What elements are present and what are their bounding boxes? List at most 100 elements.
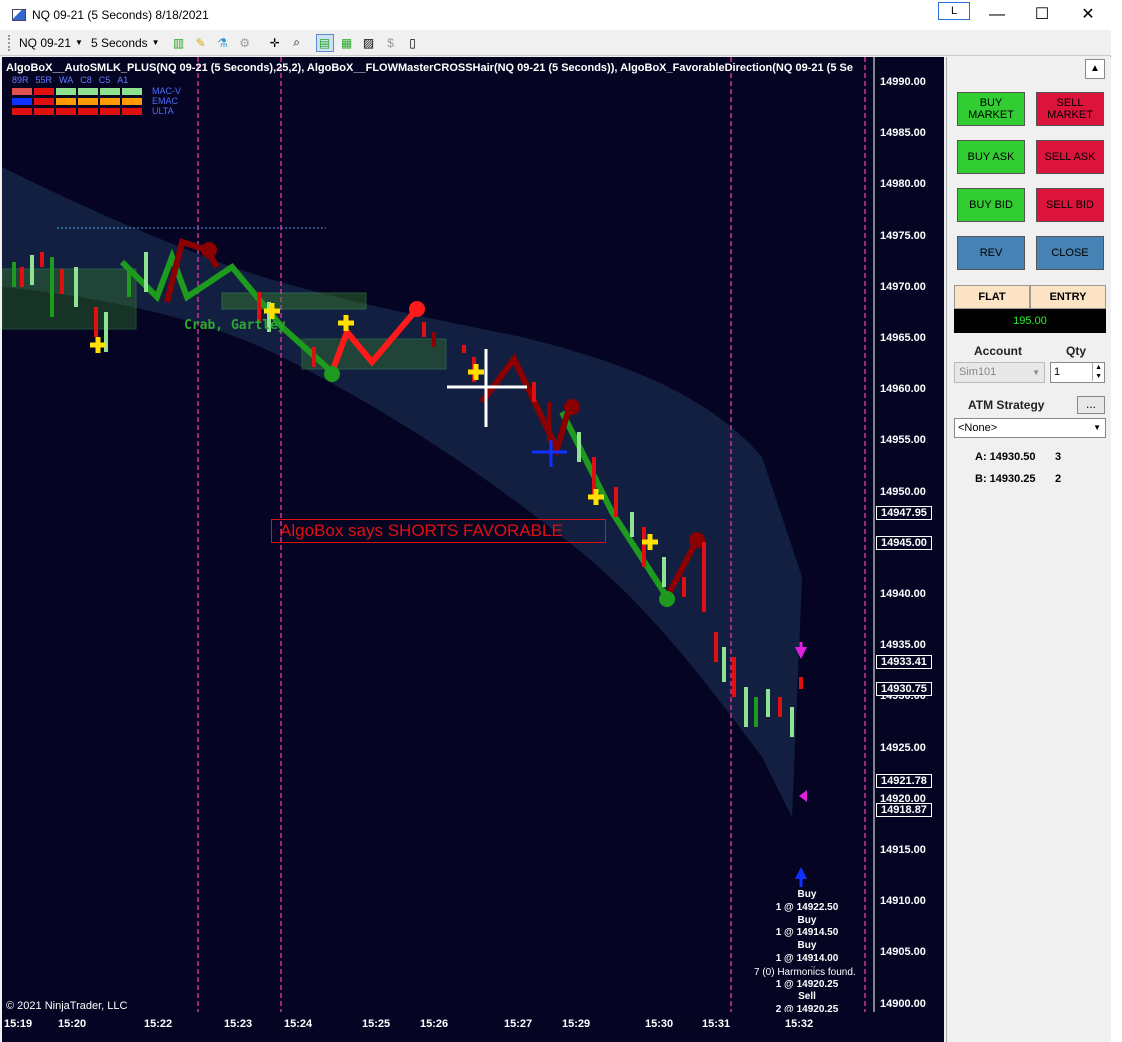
atm-value: <None> <box>958 422 998 434</box>
price-tick: 14905.00 <box>880 946 926 959</box>
instrument-selector[interactable]: NQ 09-21 ▼ <box>19 36 83 50</box>
interval-selector[interactable]: 5 Seconds ▼ <box>91 36 160 50</box>
magenta-left-arrow <box>799 790 807 802</box>
bid-price: B: 14930.25 <box>975 473 1036 485</box>
zoom-icon[interactable]: ⌕ <box>288 34 306 52</box>
trade-detail: 1 @ 14922.50 <box>775 901 839 913</box>
price-tick: 14915.00 <box>880 844 926 856</box>
legend-row: MAC-V <box>152 86 181 96</box>
pattern-label: Crab, Gartley <box>184 318 286 333</box>
share-icon[interactable]: $ <box>382 34 400 52</box>
price-marker: 14933.41 <box>876 655 932 669</box>
window-title: NQ 09-21 (5 Seconds) 8/18/2021 <box>32 8 209 22</box>
scroll-up-button[interactable]: ▲ <box>1085 59 1105 79</box>
chart-toolbar: NQ 09-21 ▼ 5 Seconds ▼ ▥ ✎ ⚗ ⚙ ✛ ⌕ ▤ ▦ ▨ $… <box>0 30 1111 56</box>
chart-trader-panel: ▲ BUY MARKET SELL MARKET BUY ASK SELL AS… <box>946 57 1111 1042</box>
trade-side: Sell <box>798 991 816 1003</box>
trade-detail: 1 @ 14914.50 <box>775 927 839 939</box>
price-chart[interactable]: AlgoBoX__AutoSMLK_PLUS(NQ 09-21 (5 Secon… <box>2 57 944 1020</box>
time-tick: 15:29 <box>562 1018 591 1030</box>
price-marker: 14921.78 <box>876 774 932 788</box>
price-tick: 14970.00 <box>880 280 926 293</box>
drawing-tool-icon[interactable]: ✎ <box>192 34 210 52</box>
sell-bid-button[interactable]: SELL BID <box>1036 188 1104 222</box>
price-tick: 14910.00 <box>880 895 926 908</box>
background-window-edge <box>1111 0 1122 1042</box>
legend-col: C8 <box>80 75 92 85</box>
legend-grid <box>12 88 142 115</box>
time-tick: 15:30 <box>645 1018 674 1030</box>
legend-col: C5 <box>98 75 111 85</box>
time-tick: 15:31 <box>702 1018 731 1030</box>
qty-value: 1 <box>1054 366 1061 378</box>
strategy-icon[interactable]: ⚙ <box>236 34 254 52</box>
price-tick: 14965.00 <box>880 332 926 344</box>
price-marker: 14945.00 <box>876 536 932 550</box>
sell-market-button[interactable]: SELL MARKET <box>1036 92 1104 126</box>
bid-size: 2 <box>1055 473 1062 485</box>
price-tick: 14975.00 <box>880 229 926 242</box>
screenshot-icon[interactable]: ▨ <box>360 34 378 52</box>
price-marker: 14930.75 <box>876 682 932 696</box>
time-tick: 15:19 <box>4 1018 33 1030</box>
link-button[interactable]: L <box>938 2 970 20</box>
legend-col: WA <box>59 75 74 85</box>
chevron-down-icon: ▼ <box>1032 368 1040 377</box>
trade-side: Buy <box>797 940 817 952</box>
trade-log: Buy 1 @ 14922.50 Buy 1 @ 14914.50 Buy 1 @ 149… <box>742 889 872 1017</box>
buy-bid-button[interactable]: BUY BID <box>957 188 1025 222</box>
time-tick: 15:27 <box>504 1018 533 1030</box>
time-tick: 15:26 <box>420 1018 449 1030</box>
ask-size: 3 <box>1055 451 1062 463</box>
reverse-button[interactable]: REV <box>957 236 1025 270</box>
stepper-arrows-icon[interactable]: ▲ ▼ <box>1092 363 1102 381</box>
indicator-icon[interactable]: ⚗ <box>214 34 232 52</box>
account-select[interactable]: Sim101 ▼ <box>954 362 1045 383</box>
bar-type-icon[interactable]: ▥ <box>170 34 188 52</box>
chart-trader-icon[interactable]: ▤ <box>315 33 334 52</box>
sell-ask-button[interactable]: SELL ASK <box>1036 140 1104 174</box>
maximize-button[interactable]: ☐ <box>1027 4 1057 26</box>
close-position-button[interactable]: CLOSE <box>1036 236 1104 270</box>
harmonics-count: 7 (0) Harmonics found. <box>754 967 856 978</box>
legend-columns: 89R 55R WA C8 C5 A1 <box>12 75 128 85</box>
price-tick: 14950.00 <box>880 485 926 498</box>
time-tick: 15:20 <box>58 1018 87 1030</box>
price-tick: 14985.00 <box>880 127 926 140</box>
account-value: Sim101 <box>959 366 997 378</box>
data-box-icon[interactable]: ▦ <box>338 34 356 52</box>
atm-strategy-select[interactable]: <None> ▼ <box>954 418 1106 438</box>
atm-strategy-label: ATM Strategy <box>968 398 1045 412</box>
close-window-button[interactable]: ✕ <box>1073 4 1103 26</box>
price-tick: 14980.00 <box>880 178 926 191</box>
interval-label: 5 Seconds <box>90 35 148 50</box>
time-tick: 15:22 <box>144 1018 173 1030</box>
crosshair-icon[interactable]: ✛ <box>266 34 284 52</box>
price-tick: 14955.00 <box>880 434 926 447</box>
position-status: FLAT <box>954 285 1030 309</box>
chart-app-icon <box>12 9 26 21</box>
chevron-down-icon: ▼ <box>151 38 160 47</box>
legend-row: ULTA <box>152 106 174 116</box>
time-tick: 15:32 <box>785 1018 814 1030</box>
quantity-stepper[interactable]: 1 ▲ ▼ <box>1050 362 1105 383</box>
minimize-button[interactable]: — <box>982 4 1012 26</box>
price-tick: 14935.00 <box>880 639 926 652</box>
price-tick: 14900.00 <box>880 997 926 1010</box>
pivot-dot <box>659 591 675 607</box>
copyright: © 2021 NinjaTrader, LLC <box>6 1000 128 1012</box>
properties-icon[interactable]: ▯ <box>404 34 422 52</box>
trade-side: Buy <box>797 914 817 926</box>
time-axis[interactable]: 15:19 15:20 15:22 15:23 15:24 15:25 15:26 15:27… <box>2 1012 944 1042</box>
price-marker: 14947.95 <box>876 506 932 520</box>
buy-market-button[interactable]: BUY MARKET <box>957 92 1025 126</box>
pivot-dot <box>201 242 217 258</box>
time-tick: 15:23 <box>224 1018 253 1030</box>
account-label: Account <box>974 344 1022 358</box>
pivot-dot <box>564 399 580 415</box>
pivot-dot <box>324 366 340 382</box>
buy-ask-button[interactable]: BUY ASK <box>957 140 1025 174</box>
atm-options-button[interactable]: ... <box>1077 396 1105 414</box>
time-tick: 15:24 <box>284 1018 313 1030</box>
harmonic-zone <box>221 292 367 310</box>
